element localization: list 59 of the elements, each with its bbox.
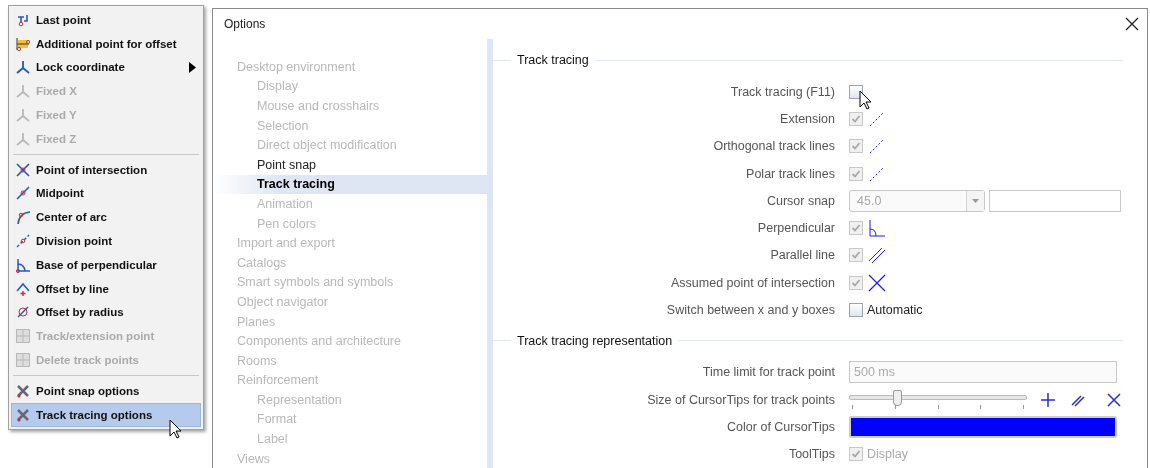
field-label: Cursor snap <box>765 193 835 208</box>
close-button[interactable] <box>1125 17 1139 31</box>
arc-icon <box>15 209 31 226</box>
menu-item[interactable]: Additional point for offset <box>11 31 201 56</box>
cross-icon <box>15 161 31 178</box>
size-slider[interactable] <box>849 388 1027 411</box>
section-title: Track tracing representation <box>517 333 673 348</box>
field-label: Polar track lines <box>745 166 835 181</box>
checkbox[interactable] <box>849 303 863 317</box>
grid-icon <box>15 352 31 369</box>
offset-icon <box>15 35 31 52</box>
field-label: Extension <box>779 111 835 126</box>
cross-icon <box>868 273 886 292</box>
menu-item[interactable]: Last point <box>11 8 201 32</box>
midpoint-icon <box>15 185 31 202</box>
input-field[interactable] <box>989 189 1121 212</box>
menu-item[interactable]: Track tracing options <box>11 402 201 427</box>
perpendicular-icon <box>15 256 31 273</box>
cursor-icon <box>859 89 872 110</box>
offset-line-icon <box>15 280 31 297</box>
right-angle-icon <box>868 219 886 238</box>
axes-icon <box>15 130 31 147</box>
axes-icon <box>15 59 31 76</box>
field-label: Color of CursorTips <box>726 419 835 434</box>
menu-item[interactable]: Point of intersection <box>11 157 201 182</box>
axes-icon <box>15 107 31 124</box>
add-button[interactable] <box>1039 390 1057 409</box>
field-label: Track tracing (F11) <box>729 84 835 99</box>
field-label: ToolTips <box>787 447 835 462</box>
checkbox-label: Display <box>867 447 908 462</box>
parallel-lines-icon <box>868 246 886 265</box>
axes-icon <box>15 83 31 100</box>
menu-item[interactable]: Offset by line <box>11 276 201 301</box>
cursor-icon <box>169 418 182 439</box>
menu-item[interactable]: Base of perpendicular <box>11 252 201 277</box>
grid-icon <box>15 328 31 345</box>
delete-button[interactable] <box>1105 390 1123 409</box>
field-label: Switch between x and y boxes <box>665 303 835 317</box>
menu-item[interactable]: Center of arc <box>11 205 201 230</box>
window-title: Options <box>224 17 266 31</box>
section-title: Track tracing <box>517 53 589 67</box>
field-label: Perpendicular <box>756 221 835 236</box>
menu-item[interactable]: Division point <box>11 229 201 253</box>
checkbox-label: Automatic <box>867 303 923 317</box>
dropdown-value: 45.0 <box>856 193 883 208</box>
menu-item[interactable]: Midpoint <box>11 181 201 206</box>
slider-thumb[interactable] <box>892 389 902 406</box>
menu-item[interactable]: Lock coordinate <box>11 55 201 80</box>
field-label: Orthogonal track lines <box>712 139 835 154</box>
menu-item[interactable]: Offset by radius <box>11 300 201 325</box>
field-label: Time limit for track point <box>701 365 835 380</box>
dashed-line-icon <box>868 137 886 156</box>
color-swatch[interactable] <box>849 415 1117 438</box>
field-label: Parallel line <box>769 248 835 263</box>
menu-item[interactable]: Point snap options <box>11 378 201 403</box>
field-label: Assumed point of intersection <box>670 275 835 290</box>
dropdown-arrow-icon <box>972 198 979 203</box>
field-label: Size of CursorTips for track points <box>646 392 835 407</box>
division-icon <box>15 233 31 250</box>
